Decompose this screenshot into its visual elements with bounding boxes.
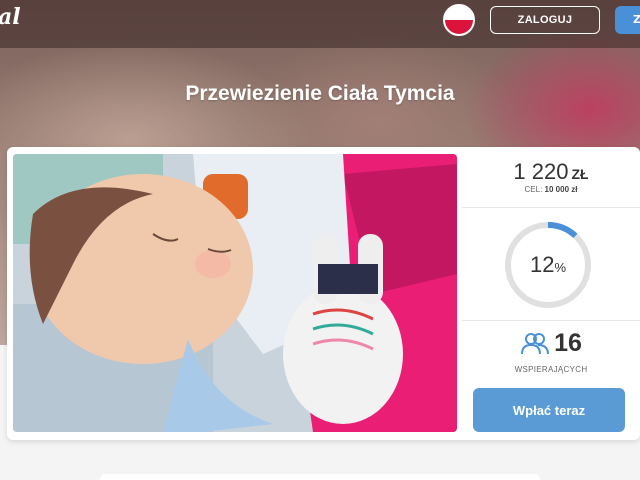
divider	[462, 320, 640, 321]
percent-sign: %	[554, 260, 567, 275]
campaign-title: Przewiezienie Ciała Tymcia	[185, 82, 455, 105]
supporters-label: WSPIERAJĄCYCH	[514, 365, 588, 374]
campaign-photo	[13, 154, 457, 432]
divider	[462, 207, 640, 208]
register-button[interactable]: Z	[615, 6, 640, 34]
progress-percent: 12%	[502, 252, 594, 278]
goal-value: 10 000 zł	[544, 185, 578, 194]
goal-text: CEL: 10 000 zł	[462, 185, 640, 194]
donate-button[interactable]: Wpłać teraz	[473, 388, 625, 432]
currency-label: ZŁ	[571, 166, 589, 182]
goal-label: CEL:	[524, 185, 543, 194]
supporters-count: 16	[462, 329, 640, 358]
campaign-stats: 1 220 ZŁ CEL: 10 000 zł 12% 16 WSPIERAJĄC…	[462, 147, 640, 440]
percent-value: 12	[529, 252, 555, 277]
sleeping-baby-image	[13, 154, 457, 432]
amount-raised: 1 220 ZŁ	[462, 159, 640, 185]
people-icon	[521, 332, 550, 354]
pl-flag-icon[interactable]	[443, 4, 475, 36]
next-section-card	[100, 474, 540, 480]
supporters-number: 16	[554, 329, 582, 357]
site-logo[interactable]: al	[0, 4, 21, 30]
amount-value: 1 220	[513, 159, 569, 184]
top-nav: al ZALOGUJ Z	[0, 0, 640, 48]
login-button[interactable]: ZALOGUJ	[490, 6, 600, 34]
